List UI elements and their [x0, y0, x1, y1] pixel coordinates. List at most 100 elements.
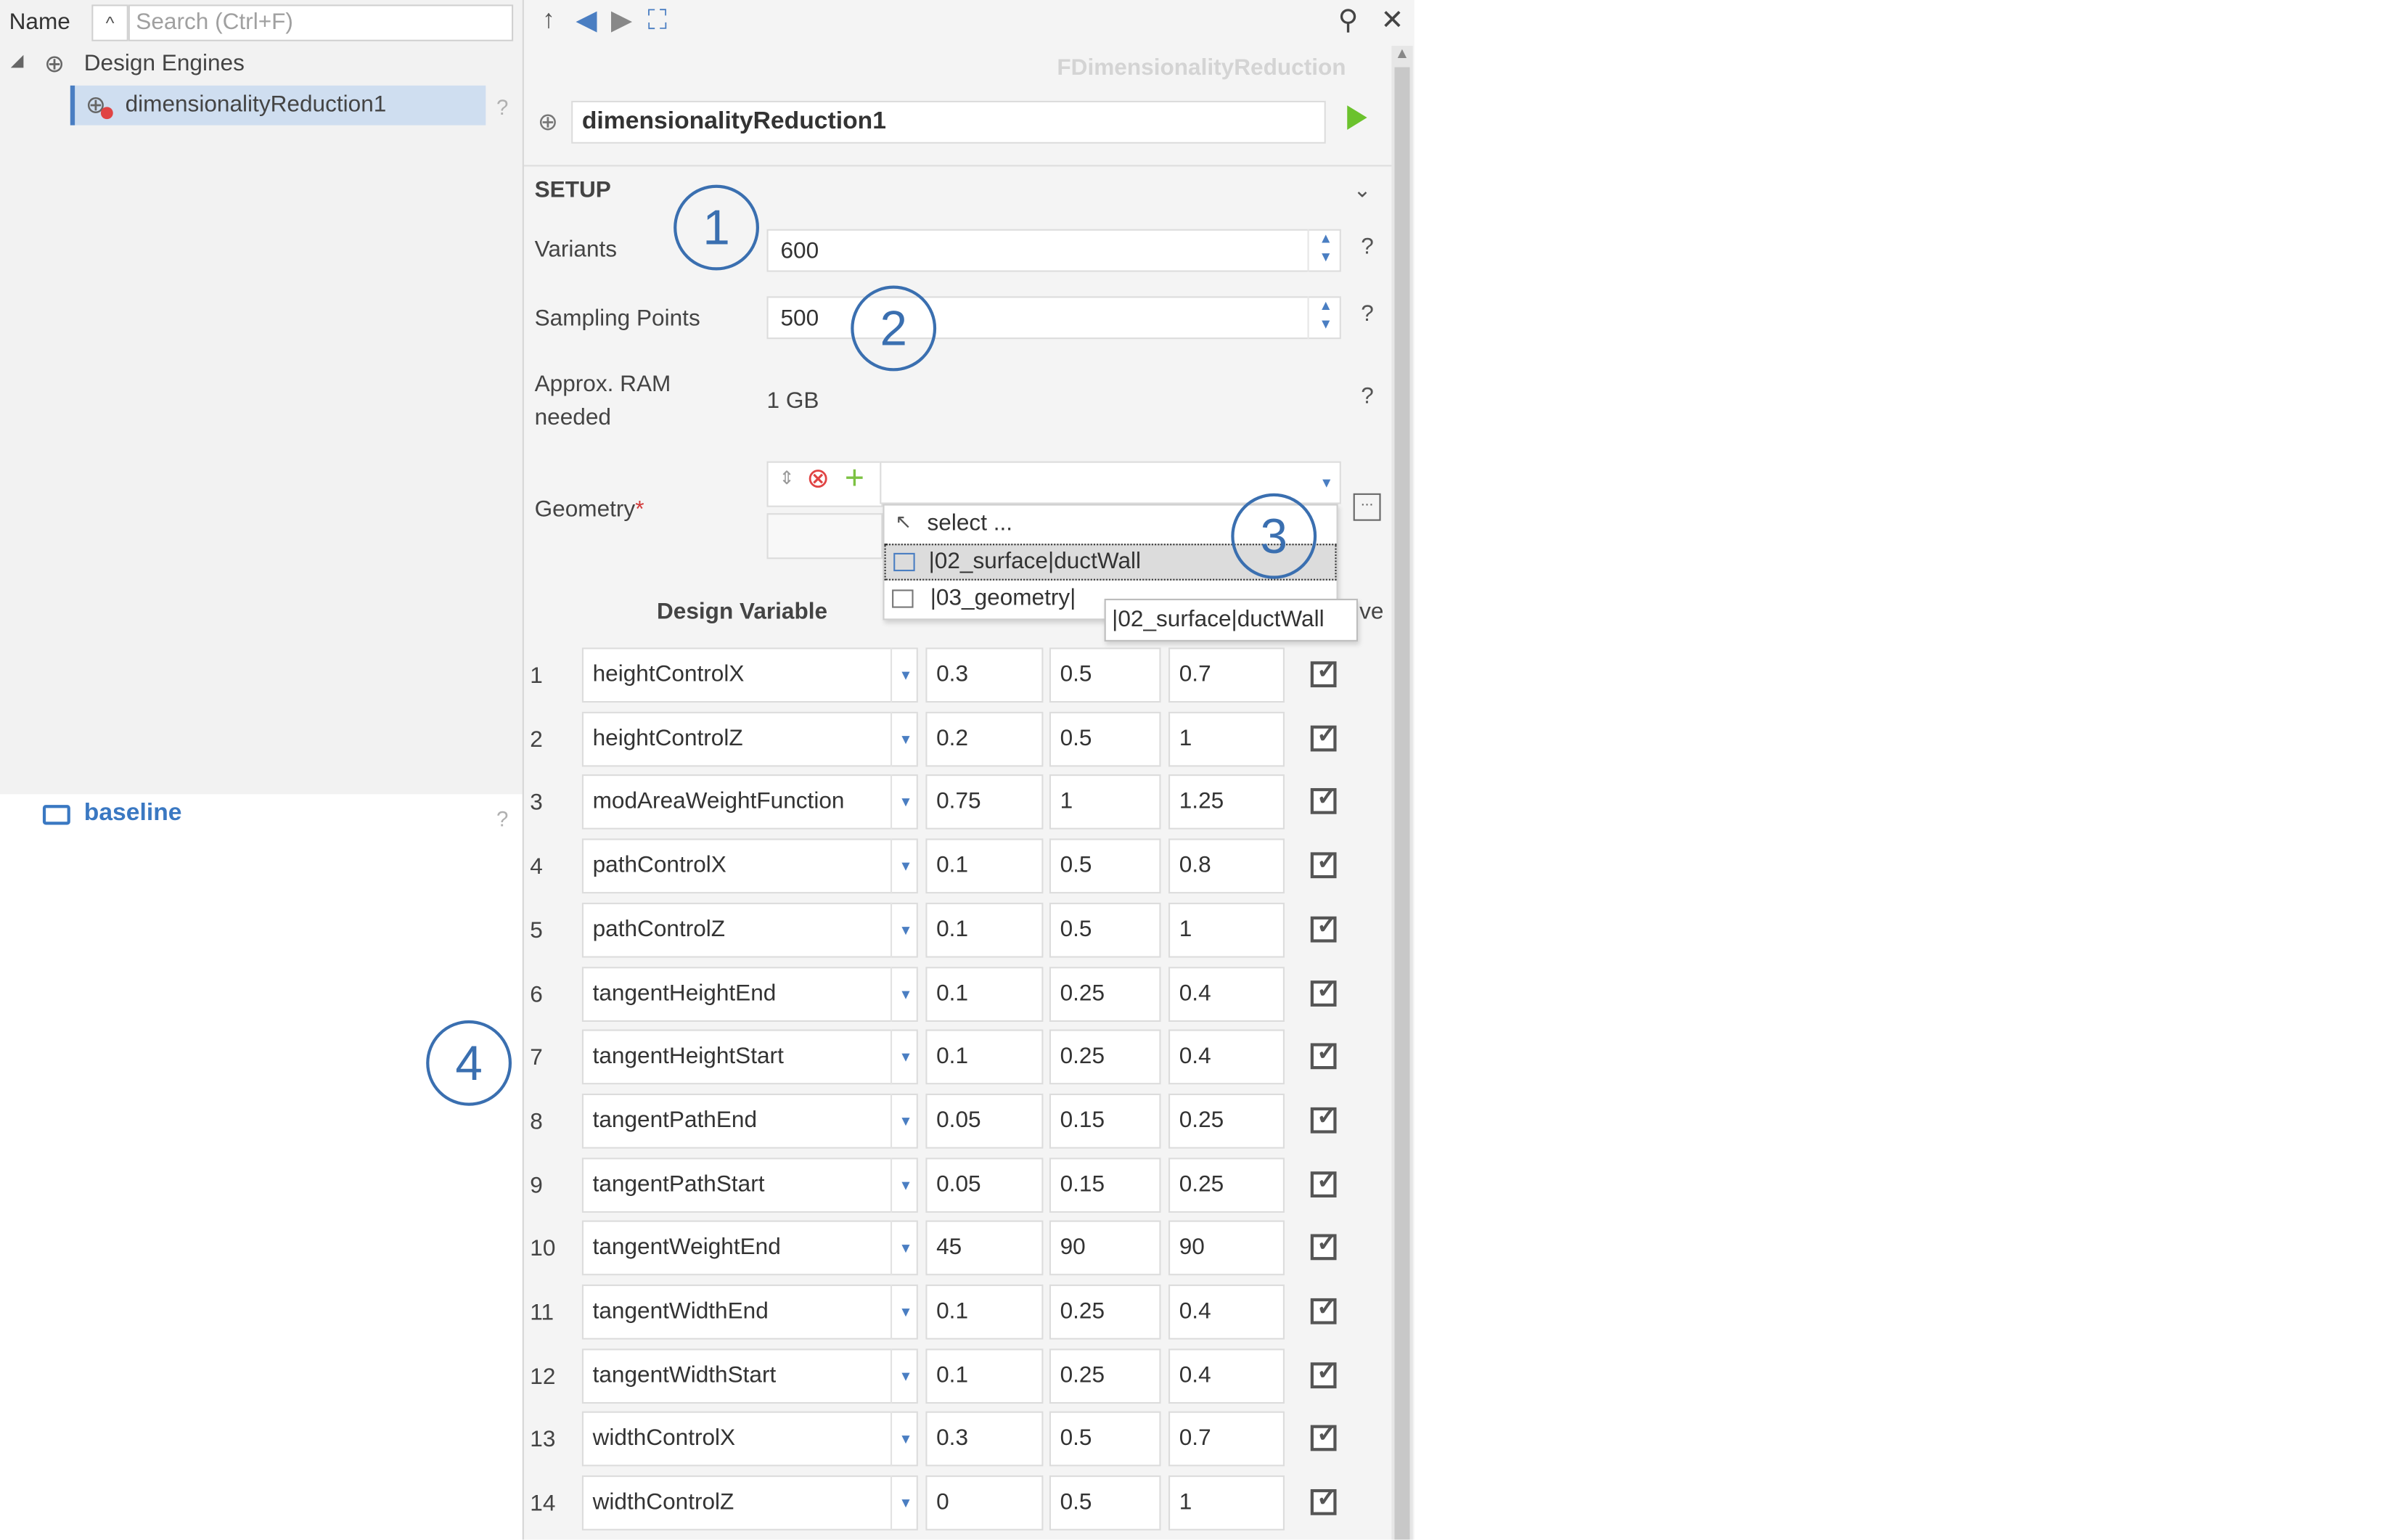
mid-value-input[interactable]: 0.5	[1049, 838, 1161, 894]
design-variable-select[interactable]: tangentWidthEnd	[581, 1284, 918, 1340]
active-checkbox[interactable]: ✓	[1310, 658, 1337, 688]
design-variable-select[interactable]: tangentWidthStart	[581, 1348, 918, 1404]
lower-bound-input[interactable]: 0.1	[925, 1348, 1044, 1404]
tree-item-design-engines[interactable]: Design Engines	[84, 50, 245, 76]
design-variable-select[interactable]: pathControlX	[581, 838, 918, 894]
mid-value-input[interactable]: 0.25	[1049, 967, 1161, 1022]
row-dropdown-arrow-icon[interactable]: ▼	[890, 1093, 920, 1149]
sort-up-icon[interactable]: ^	[91, 4, 128, 41]
baseline-item[interactable]: baseline	[84, 800, 182, 828]
active-checkbox[interactable]: ✓	[1310, 1295, 1337, 1324]
active-checkbox[interactable]: ✓	[1310, 1040, 1337, 1070]
mid-value-input[interactable]: 0.25	[1049, 1348, 1161, 1404]
upper-bound-input[interactable]: 0.4	[1168, 1029, 1285, 1085]
upper-bound-input[interactable]: 0.4	[1168, 1284, 1285, 1340]
tree-help-icon[interactable]: ?	[496, 94, 508, 119]
design-variable-select[interactable]: heightControlX	[581, 647, 918, 703]
design-variable-select[interactable]: widthControlZ	[581, 1475, 918, 1531]
geometry-dropdown-arrow-icon[interactable]: ▼	[1319, 475, 1333, 491]
active-checkbox[interactable]: ✓	[1310, 978, 1337, 1007]
sampling-help-icon[interactable]: ?	[1361, 301, 1374, 327]
tree-name-header[interactable]: Name	[9, 9, 70, 36]
mid-value-input[interactable]: 0.5	[1049, 902, 1161, 958]
lower-bound-input[interactable]: 0.1	[925, 1284, 1044, 1340]
design-variable-select[interactable]: tangentHeightStart	[581, 1029, 918, 1085]
row-dropdown-arrow-icon[interactable]: ▼	[890, 1475, 920, 1531]
row-dropdown-arrow-icon[interactable]: ▼	[890, 1029, 920, 1085]
upper-bound-input[interactable]: 1.25	[1168, 774, 1285, 830]
active-checkbox[interactable]: ✓	[1310, 1168, 1337, 1198]
lower-bound-input[interactable]: 45	[925, 1220, 1044, 1276]
run-play-icon[interactable]	[1347, 105, 1367, 130]
active-checkbox[interactable]: ✓	[1310, 785, 1337, 814]
row-dropdown-arrow-icon[interactable]: ▼	[890, 838, 920, 894]
instance-name-field[interactable]: dimensionalityReduction1	[571, 100, 1326, 144]
tree-item-dimensionality-reduction[interactable]: dimensionalityReduction1	[126, 91, 387, 118]
upper-bound-input[interactable]: 1	[1168, 1475, 1285, 1531]
design-variable-select[interactable]: widthControlX	[581, 1411, 918, 1467]
row-dropdown-arrow-icon[interactable]: ▼	[890, 1348, 920, 1404]
ellipsis-button[interactable]: ...	[1353, 493, 1381, 521]
tree-search-input[interactable]: Search (Ctrl+F)	[128, 4, 514, 41]
row-dropdown-arrow-icon[interactable]: ▼	[890, 647, 920, 703]
expand-triangle-icon[interactable]: ◢	[11, 50, 24, 70]
lower-bound-input[interactable]: 0	[925, 1475, 1044, 1531]
design-variable-select[interactable]: tangentPathEnd	[581, 1093, 918, 1149]
upper-bound-input[interactable]: 90	[1168, 1220, 1285, 1276]
lower-bound-input[interactable]: 0.2	[925, 711, 1044, 767]
upper-bound-input[interactable]: 0.7	[1168, 1411, 1285, 1467]
design-variable-select[interactable]: pathControlZ	[581, 902, 918, 958]
design-variable-select[interactable]: tangentWeightEnd	[581, 1220, 918, 1276]
mid-value-input[interactable]: 0.25	[1049, 1284, 1161, 1340]
active-checkbox[interactable]: ✓	[1310, 1231, 1337, 1261]
search-icon[interactable]: ⚲	[1338, 4, 1359, 36]
lower-bound-input[interactable]: 0.05	[925, 1158, 1044, 1213]
active-checkbox[interactable]: ✓	[1310, 1486, 1337, 1515]
upper-bound-input[interactable]: 1	[1168, 902, 1285, 958]
active-checkbox[interactable]: ✓	[1310, 722, 1337, 752]
row-dropdown-arrow-icon[interactable]: ▼	[890, 1158, 920, 1213]
lower-bound-input[interactable]: 0.3	[925, 1411, 1044, 1467]
section-title-setup[interactable]: SETUP	[535, 177, 611, 203]
ram-help-icon[interactable]: ?	[1361, 383, 1374, 409]
mid-value-input[interactable]: 90	[1049, 1220, 1161, 1276]
forward-arrow-icon[interactable]: ▶	[611, 4, 632, 36]
upper-bound-input[interactable]: 0.7	[1168, 647, 1285, 703]
mid-value-input[interactable]: 0.5	[1049, 647, 1161, 703]
mid-value-input[interactable]: 0.5	[1049, 1475, 1161, 1531]
upper-bound-input[interactable]: 0.25	[1168, 1093, 1285, 1149]
variants-spinner[interactable]: ▲ ▼	[1307, 229, 1343, 272]
upper-bound-input[interactable]: 0.4	[1168, 1348, 1285, 1404]
baseline-help-icon[interactable]: ?	[496, 806, 508, 831]
mid-value-input[interactable]: 0.15	[1049, 1093, 1161, 1149]
upper-bound-input[interactable]: 0.4	[1168, 967, 1285, 1022]
lower-bound-input[interactable]: 0.1	[925, 838, 1044, 894]
active-checkbox[interactable]: ✓	[1310, 1422, 1337, 1451]
design-variable-select[interactable]: tangentPathStart	[581, 1158, 918, 1213]
row-dropdown-arrow-icon[interactable]: ▼	[890, 1411, 920, 1467]
lower-bound-input[interactable]: 0.05	[925, 1093, 1044, 1149]
reorder-icon[interactable]: ⇕	[779, 467, 794, 488]
geometry-list-box[interactable]	[766, 513, 883, 560]
lower-bound-input[interactable]: 0.75	[925, 774, 1044, 830]
mid-value-input[interactable]: 0.25	[1049, 1029, 1161, 1085]
sampling-points-spinner[interactable]: ▲ ▼	[1307, 296, 1343, 340]
row-dropdown-arrow-icon[interactable]: ▼	[890, 711, 920, 767]
row-dropdown-arrow-icon[interactable]: ▼	[890, 1220, 920, 1276]
remove-icon[interactable]: ⊗	[806, 463, 830, 495]
variants-input[interactable]: 600	[766, 229, 1341, 272]
lower-bound-input[interactable]: 0.1	[925, 1029, 1044, 1085]
mid-value-input[interactable]: 0.15	[1049, 1158, 1161, 1213]
active-checkbox[interactable]: ✓	[1310, 914, 1337, 943]
row-dropdown-arrow-icon[interactable]: ▼	[890, 967, 920, 1022]
scrollbar-thumb[interactable]	[1394, 67, 1410, 1540]
upper-bound-input[interactable]: 0.25	[1168, 1158, 1285, 1213]
lower-bound-input[interactable]: 0.3	[925, 647, 1044, 703]
lower-bound-input[interactable]: 0.1	[925, 967, 1044, 1022]
pin-icon[interactable]: ↑	[542, 4, 555, 35]
mid-value-input[interactable]: 0.5	[1049, 711, 1161, 767]
row-dropdown-arrow-icon[interactable]: ▼	[890, 1284, 920, 1340]
add-icon[interactable]: +	[845, 458, 864, 498]
active-checkbox[interactable]: ✓	[1310, 849, 1337, 879]
active-checkbox[interactable]: ✓	[1310, 1359, 1337, 1389]
